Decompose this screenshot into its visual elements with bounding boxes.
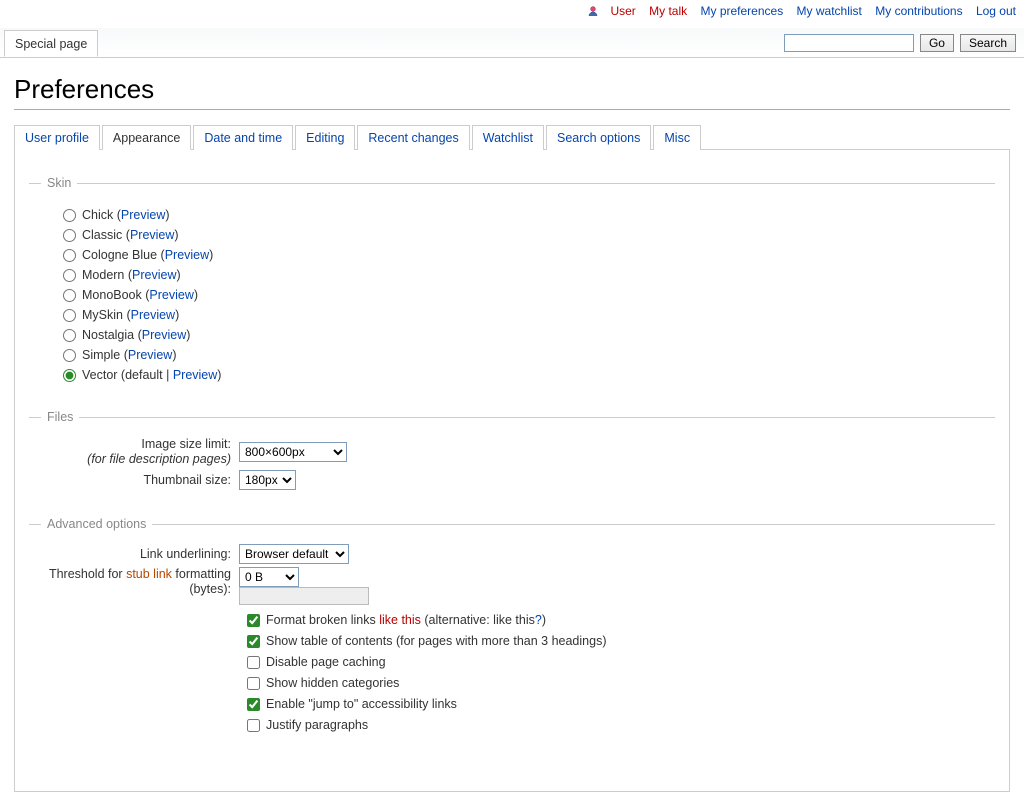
radio-monobook[interactable]: [63, 289, 76, 302]
prefs-tabs: User profile Appearance Date and time Ed…: [14, 124, 1010, 150]
skin-label: MonoBook (Preview): [82, 286, 198, 304]
select-thumbnail-size[interactable]: 180px: [239, 470, 296, 490]
checkbox-enable-jump-to[interactable]: [247, 698, 260, 711]
link-user[interactable]: User: [610, 4, 635, 18]
skin-option-myskin: MySkin (Preview): [63, 306, 995, 324]
top-bar: Special page Go Search: [0, 28, 1024, 58]
select-stub-threshold[interactable]: 0 B: [239, 567, 299, 587]
skin-label: Simple (Preview): [82, 346, 177, 364]
select-link-underlining[interactable]: Browser default: [239, 544, 349, 564]
checkbox-label: Enable "jump to" accessibility links: [266, 695, 457, 713]
preview-link[interactable]: Preview: [149, 288, 193, 302]
radio-classic[interactable]: [63, 229, 76, 242]
radio-vector[interactable]: [63, 369, 76, 382]
tab-date-time[interactable]: Date and time: [193, 125, 293, 150]
prefs-body: Skin Chick (Preview) Classic (Preview) C…: [14, 150, 1010, 792]
option-disable-caching: Disable page caching: [247, 653, 995, 671]
tab-misc[interactable]: Misc: [653, 125, 701, 150]
preview-link[interactable]: Preview: [131, 308, 175, 322]
preview-link[interactable]: Preview: [128, 348, 172, 362]
preview-link[interactable]: Preview: [142, 328, 186, 342]
personal-bar: User My talk My preferences My watchlist…: [0, 0, 1024, 22]
label-image-size-limit: Image size limit:(for file description p…: [29, 437, 239, 467]
preview-link[interactable]: Preview: [165, 248, 209, 262]
checkbox-label: Disable page caching: [266, 653, 386, 671]
skin-label: Modern (Preview): [82, 266, 181, 284]
preview-link[interactable]: Preview: [173, 368, 217, 382]
skin-option-modern: Modern (Preview): [63, 266, 995, 284]
tab-recent-changes[interactable]: Recent changes: [357, 125, 469, 150]
skin-option-monobook: MonoBook (Preview): [63, 286, 995, 304]
checkbox-label: Show table of contents (for pages with m…: [266, 632, 606, 650]
select-image-size-limit[interactable]: 800×600px: [239, 442, 347, 462]
tab-user-profile[interactable]: User profile: [14, 125, 100, 150]
preview-link[interactable]: Preview: [130, 228, 174, 242]
option-show-hidden-categories: Show hidden categories: [247, 674, 995, 692]
checkbox-label: Format broken links like this (alternati…: [266, 611, 546, 629]
tab-editing[interactable]: Editing: [295, 125, 355, 150]
preview-link[interactable]: Preview: [121, 208, 165, 222]
skin-option-vector: Vector (default | Preview): [63, 366, 995, 384]
tab-search-options[interactable]: Search options: [546, 125, 651, 150]
input-stub-threshold-custom[interactable]: [239, 587, 369, 605]
option-show-toc: Show table of contents (for pages with m…: [247, 632, 995, 650]
section-advanced-legend: Advanced options: [41, 517, 152, 531]
option-format-broken-links: Format broken links like this (alternati…: [247, 611, 995, 629]
section-files: Files Image size limit:(for file descrip…: [29, 410, 995, 493]
search-form: Go Search: [784, 34, 1016, 52]
link-watchlist[interactable]: My watchlist: [797, 4, 862, 18]
go-button[interactable]: Go: [920, 34, 954, 52]
checkbox-justify-paragraphs[interactable]: [247, 719, 260, 732]
search-input[interactable]: [784, 34, 914, 52]
option-enable-jump-to: Enable "jump to" accessibility links: [247, 695, 995, 713]
checkbox-label: Justify paragraphs: [266, 716, 368, 734]
tab-appearance[interactable]: Appearance: [102, 125, 191, 150]
link-logout[interactable]: Log out: [976, 4, 1016, 18]
label-link-underlining: Link underlining:: [29, 547, 239, 562]
checkbox-label: Show hidden categories: [266, 674, 399, 692]
label-stub-threshold: Threshold for stub link formatting (byte…: [29, 567, 239, 597]
radio-simple[interactable]: [63, 349, 76, 362]
skin-option-nostalgia: Nostalgia (Preview): [63, 326, 995, 344]
skin-label: Nostalgia (Preview): [82, 326, 190, 344]
skin-option-chick: Chick (Preview): [63, 206, 995, 224]
search-button[interactable]: Search: [960, 34, 1016, 52]
checkbox-disable-caching[interactable]: [247, 656, 260, 669]
radio-chick[interactable]: [63, 209, 76, 222]
user-icon: [587, 5, 599, 17]
radio-myskin[interactable]: [63, 309, 76, 322]
skin-label: Vector (default | Preview): [82, 366, 221, 384]
checkbox-format-broken-links[interactable]: [247, 614, 260, 627]
namespace-tab-special: Special page: [4, 30, 98, 57]
section-skin: Skin Chick (Preview) Classic (Preview) C…: [29, 176, 995, 386]
skin-label: Cologne Blue (Preview): [82, 246, 213, 264]
link-preferences[interactable]: My preferences: [701, 4, 784, 18]
section-files-legend: Files: [41, 410, 79, 424]
radio-nostalgia[interactable]: [63, 329, 76, 342]
tab-watchlist[interactable]: Watchlist: [472, 125, 544, 150]
link-mytalk[interactable]: My talk: [649, 4, 687, 18]
checkbox-show-toc[interactable]: [247, 635, 260, 648]
radio-cologne-blue[interactable]: [63, 249, 76, 262]
checkbox-show-hidden-categories[interactable]: [247, 677, 260, 690]
option-justify-paragraphs: Justify paragraphs: [247, 716, 995, 734]
skin-label: Chick (Preview): [82, 206, 170, 224]
link-contributions[interactable]: My contributions: [875, 4, 962, 18]
skin-option-cologne-blue: Cologne Blue (Preview): [63, 246, 995, 264]
skin-label: MySkin (Preview): [82, 306, 179, 324]
section-advanced: Advanced options Link underlining: Brows…: [29, 517, 995, 737]
label-thumbnail-size: Thumbnail size:: [29, 473, 239, 488]
skin-label: Classic (Preview): [82, 226, 179, 244]
skin-option-classic: Classic (Preview): [63, 226, 995, 244]
alt-link-example[interactable]: ?: [535, 613, 542, 627]
radio-modern[interactable]: [63, 269, 76, 282]
skin-option-simple: Simple (Preview): [63, 346, 995, 364]
preview-link[interactable]: Preview: [132, 268, 176, 282]
section-skin-legend: Skin: [41, 176, 77, 190]
page-title: Preferences: [14, 74, 1010, 110]
